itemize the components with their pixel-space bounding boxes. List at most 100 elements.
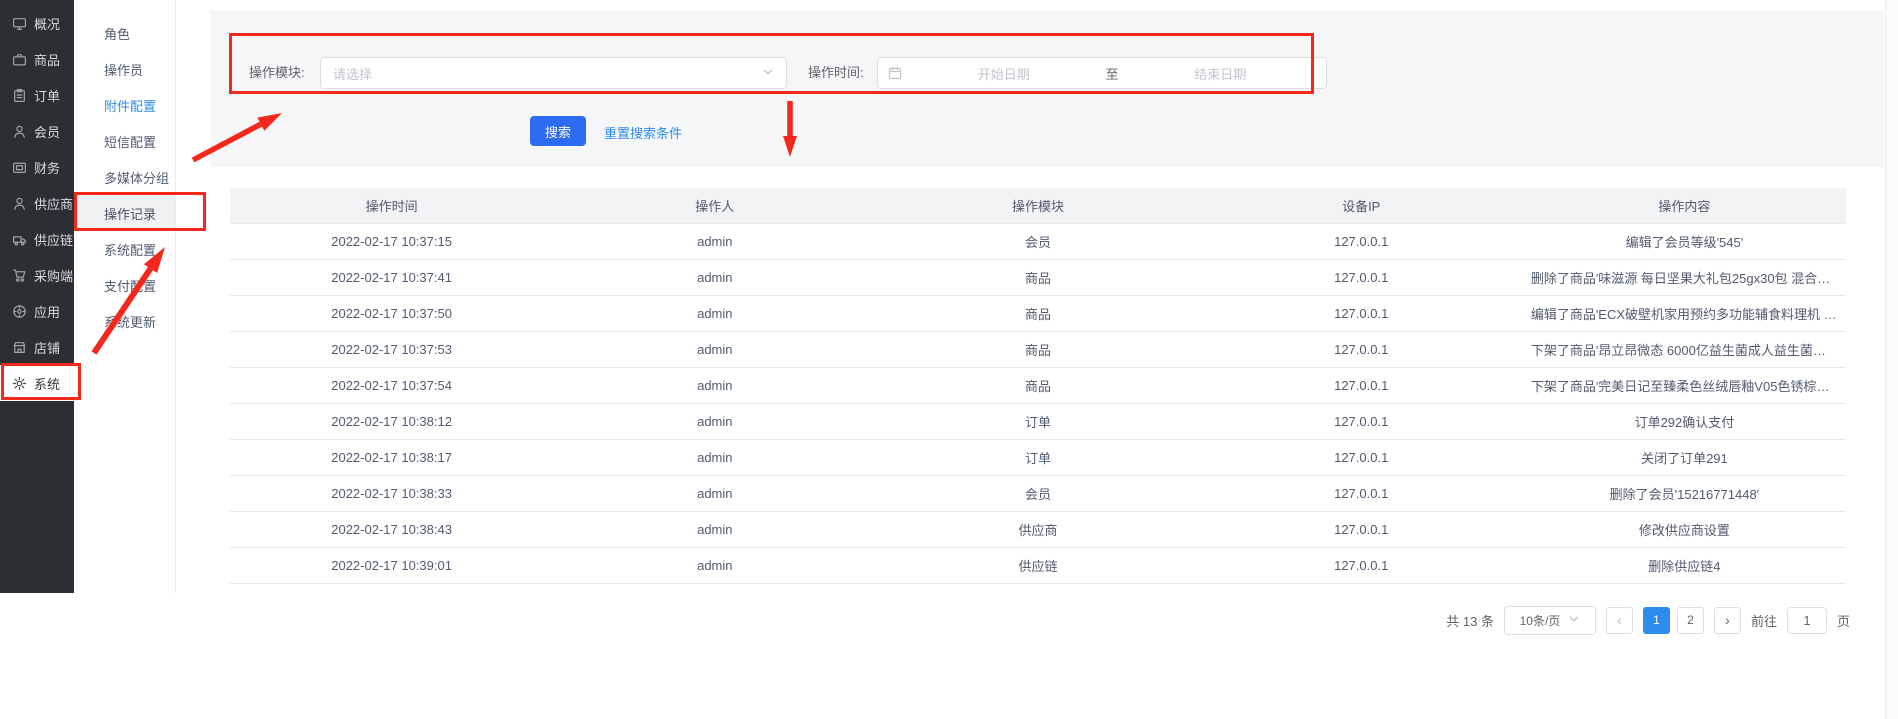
calendar-icon bbox=[888, 66, 902, 80]
sidebar-item-订单[interactable]: 订单 bbox=[0, 77, 74, 113]
sidebar-item-label: 采购端 bbox=[34, 266, 73, 285]
table-cell: 会员 bbox=[876, 484, 1199, 503]
table-cell: 2022-02-17 10:38:43 bbox=[230, 522, 553, 537]
table-cell: 商品 bbox=[876, 268, 1199, 287]
table-cell: 127.0.0.1 bbox=[1200, 270, 1523, 285]
supplier-icon bbox=[12, 196, 27, 211]
table-cell: 商品 bbox=[876, 304, 1199, 323]
table-cell: admin bbox=[553, 306, 876, 321]
sidebar-item-商品[interactable]: 商品 bbox=[0, 41, 74, 77]
primary-sidebar: 概况商品订单会员财务供应商供应链采购端应用店铺系统 bbox=[0, 0, 74, 593]
table-cell: 订单292确认支付 bbox=[1523, 412, 1846, 431]
table-cell: 修改供应商设置 bbox=[1523, 520, 1846, 539]
page-size-select[interactable]: 10条/页 bbox=[1504, 606, 1596, 635]
sidebar-item-店铺[interactable]: 店铺 bbox=[0, 329, 74, 365]
pagination-bar: 共 13 条 10条/页 ‹ 12 › 前往 页 bbox=[1446, 606, 1850, 634]
table-row: 2022-02-17 10:38:17admin订单127.0.0.1关闭了订单… bbox=[230, 440, 1846, 476]
submenu-item-系统更新[interactable]: 系统更新 bbox=[74, 303, 175, 339]
submenu-item-多媒体分组[interactable]: 多媒体分组 bbox=[74, 159, 175, 195]
table-cell: 127.0.0.1 bbox=[1200, 342, 1523, 357]
module-filter-label: 操作模块: bbox=[249, 65, 305, 81]
next-page-button[interactable]: › bbox=[1714, 607, 1741, 634]
table-row: 2022-02-17 10:38:12admin订单127.0.0.1订单292… bbox=[230, 404, 1846, 440]
sidebar-item-供应商[interactable]: 供应商 bbox=[0, 185, 74, 221]
sidebar-item-财务[interactable]: 财务 bbox=[0, 149, 74, 185]
sidebar-item-label: 店铺 bbox=[34, 338, 60, 357]
sidebar-item-供应链[interactable]: 供应链 bbox=[0, 221, 74, 257]
prev-page-button[interactable]: ‹ bbox=[1606, 607, 1633, 634]
table-cell: 127.0.0.1 bbox=[1200, 306, 1523, 321]
submenu-item-系统配置[interactable]: 系统配置 bbox=[74, 231, 175, 267]
sidebar-item-应用[interactable]: 应用 bbox=[0, 293, 74, 329]
date-range-separator: 至 bbox=[1100, 64, 1125, 83]
search-button[interactable]: 搜索 bbox=[530, 116, 586, 146]
submenu-item-附件配置[interactable]: 附件配置 bbox=[74, 87, 175, 123]
submenu-item-操作记录[interactable]: 操作记录 bbox=[74, 195, 175, 231]
page-scrollbar[interactable] bbox=[1885, 0, 1898, 719]
apps-icon bbox=[12, 304, 27, 319]
column-header: 操作人 bbox=[553, 196, 876, 215]
submenu-item-操作员[interactable]: 操作员 bbox=[74, 51, 175, 87]
goto-page-input[interactable] bbox=[1787, 607, 1827, 634]
table-cell: 会员 bbox=[876, 232, 1199, 251]
admin-operation-log-page: 概况商品订单会员财务供应商供应链采购端应用店铺系统 角色操作员附件配置短信配置多… bbox=[0, 0, 1898, 719]
procurement-icon bbox=[12, 268, 27, 283]
page-button-2[interactable]: 2 bbox=[1677, 607, 1704, 634]
goto-label: 前往 bbox=[1751, 611, 1777, 630]
table-header-row: 操作时间操作人操作模块设备IP操作内容 bbox=[230, 188, 1846, 224]
reset-search-link[interactable]: 重置搜索条件 bbox=[604, 123, 682, 142]
table-row: 2022-02-17 10:37:50admin商品127.0.0.1编辑了商品… bbox=[230, 296, 1846, 332]
table-cell: 下架了商品'完美日记至臻柔色丝绒唇釉V05色锈棕法... bbox=[1523, 376, 1846, 395]
table-cell: 订单 bbox=[876, 448, 1199, 467]
sidebar-item-label: 订单 bbox=[34, 86, 60, 105]
table-cell: 供应链 bbox=[876, 556, 1199, 575]
end-date-placeholder[interactable]: 结束日期 bbox=[1125, 64, 1317, 83]
filter-panel: 操作模块: 请选择 操作时间: 开始日期 至 结束日期 搜索 重置搜索条件 bbox=[210, 10, 1884, 167]
sidebar-item-会员[interactable]: 会员 bbox=[0, 113, 74, 149]
table-cell: 127.0.0.1 bbox=[1200, 558, 1523, 573]
table-cell: 2022-02-17 10:38:12 bbox=[230, 414, 553, 429]
sidebar-item-label: 财务 bbox=[34, 158, 60, 177]
submenu-item-支付配置[interactable]: 支付配置 bbox=[74, 267, 175, 303]
sidebar-item-label: 系统 bbox=[34, 374, 60, 393]
sidebar-item-label: 概况 bbox=[34, 14, 60, 33]
sidebar-item-label: 商品 bbox=[34, 50, 60, 69]
table-row: 2022-02-17 10:38:33admin会员127.0.0.1删除了会员… bbox=[230, 476, 1846, 512]
table-row: 2022-02-17 10:37:41admin商品127.0.0.1删除了商品… bbox=[230, 260, 1846, 296]
table-cell: admin bbox=[553, 486, 876, 501]
date-range-picker[interactable]: 开始日期 至 结束日期 bbox=[877, 57, 1327, 89]
monitor-icon bbox=[12, 16, 27, 31]
table-row: 2022-02-17 10:37:54admin商品127.0.0.1下架了商品… bbox=[230, 368, 1846, 404]
member-icon bbox=[12, 124, 27, 139]
table-cell: 删除了商品'味滋源 每日坚果大礼包25gx30包 混合干... bbox=[1523, 268, 1846, 287]
table-cell: 2022-02-17 10:37:41 bbox=[230, 270, 553, 285]
supply-chain-icon bbox=[12, 232, 27, 247]
module-select-placeholder: 请选择 bbox=[333, 64, 372, 83]
table-cell: 删除供应链4 bbox=[1523, 556, 1846, 575]
sidebar-item-label: 供应链 bbox=[34, 230, 73, 249]
table-row: 2022-02-17 10:39:01admin供应链127.0.0.1删除供应… bbox=[230, 548, 1846, 584]
table-cell: 编辑了商品'ECX破壁机家用预约多功能辅食料理机 E... bbox=[1523, 304, 1846, 323]
sidebar-item-系统[interactable]: 系统 bbox=[0, 365, 74, 401]
submenu-item-角色[interactable]: 角色 bbox=[74, 15, 175, 51]
sidebar-item-label: 应用 bbox=[34, 302, 60, 321]
column-header: 操作时间 bbox=[230, 196, 553, 215]
start-date-placeholder[interactable]: 开始日期 bbox=[908, 64, 1100, 83]
sidebar-item-概况[interactable]: 概况 bbox=[0, 5, 74, 41]
column-header: 设备IP bbox=[1200, 196, 1523, 215]
time-filter-label: 操作时间: bbox=[808, 65, 864, 81]
table-cell: 127.0.0.1 bbox=[1200, 486, 1523, 501]
table-cell: admin bbox=[553, 414, 876, 429]
table-row: 2022-02-17 10:38:43admin供应商127.0.0.1修改供应… bbox=[230, 512, 1846, 548]
table-cell: 商品 bbox=[876, 340, 1199, 359]
sidebar-item-采购端[interactable]: 采购端 bbox=[0, 257, 74, 293]
table-cell: admin bbox=[553, 378, 876, 393]
page-button-1[interactable]: 1 bbox=[1643, 607, 1670, 634]
table-cell: 下架了商品'昂立昂微态 6000亿益生菌成人益生菌粉 ... bbox=[1523, 340, 1846, 359]
table-cell: 127.0.0.1 bbox=[1200, 234, 1523, 249]
sidebar-item-label: 会员 bbox=[34, 122, 60, 141]
table-cell: admin bbox=[553, 270, 876, 285]
submenu-item-短信配置[interactable]: 短信配置 bbox=[74, 123, 175, 159]
module-select[interactable]: 请选择 bbox=[320, 57, 787, 89]
sidebar-item-label: 供应商 bbox=[34, 194, 73, 213]
